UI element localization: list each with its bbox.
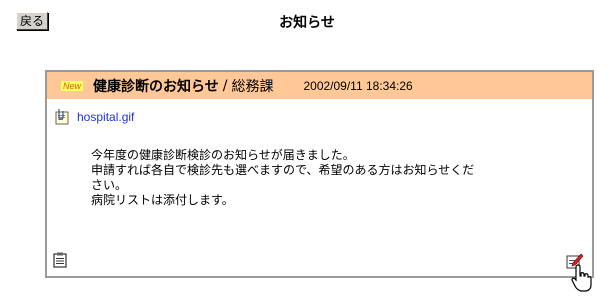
- body-line: 申請すれば各自で検診先も選べますので、希望のある方はお知らせくだ: [91, 163, 475, 177]
- body-line: 今年度の健康診断検診のお知らせが届きました。: [91, 148, 355, 162]
- notice-datetime: 2002/09/11 18:34:26: [303, 78, 413, 93]
- attachment-clip-icon: [55, 109, 69, 125]
- body-line: 病院リストは添付します。: [91, 193, 234, 207]
- notice-title: 健康診断のお知らせ: [93, 78, 219, 95]
- notice-card: New 健康診断のお知らせ / 総務課 2002/09/11 18:34:26 …: [45, 70, 594, 278]
- attachment-row: hospital.gif: [53, 108, 134, 126]
- notice-header: New 健康診断のお知らせ / 総務課 2002/09/11 18:34:26: [47, 72, 592, 99]
- notepad-icon[interactable]: [53, 252, 67, 268]
- body-line: さい。: [91, 178, 128, 192]
- new-badge: New: [61, 80, 84, 91]
- notice-department: 総務課: [231, 78, 274, 95]
- page-title: お知らせ: [279, 15, 335, 31]
- notice-body: 今年度の健康診断検診のお知らせが届きました。 申請すれば各自で検診先も選べますの…: [91, 148, 561, 208]
- attachment-link[interactable]: hospital.gif: [77, 110, 134, 124]
- hand-pointer-icon: [571, 264, 592, 292]
- title-separator: /: [222, 77, 228, 94]
